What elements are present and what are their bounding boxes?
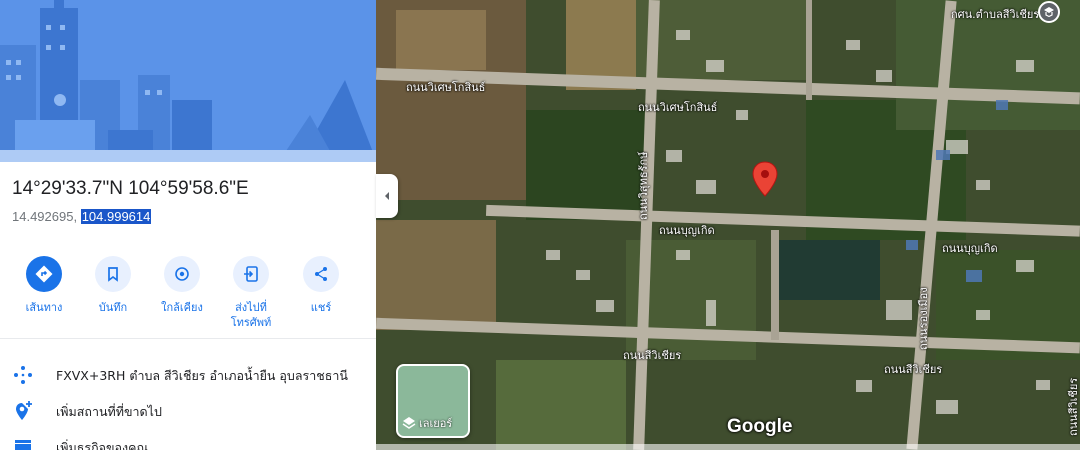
- nearby-icon: [164, 256, 200, 292]
- directions-icon: [26, 256, 62, 292]
- send-to-phone-label-line1: ส่งไปที่: [235, 301, 267, 314]
- save-button[interactable]: บันทึก: [78, 256, 148, 315]
- share-button[interactable]: แชร์: [286, 256, 356, 315]
- directions-label: เส้นทาง: [25, 301, 63, 314]
- plus-code-icon: [14, 366, 32, 384]
- share-label: แชร์: [310, 301, 332, 314]
- save-label: บันทึก: [98, 301, 128, 314]
- coordinates-decimal: 14.492695, 104.999614: [12, 209, 152, 224]
- longitude-decimal-selected[interactable]: 104.999614: [80, 209, 152, 224]
- chevron-left-icon: [385, 192, 389, 200]
- road-label: ถนนสีวิเชียร: [623, 349, 682, 362]
- share-icon: [303, 256, 339, 292]
- add-missing-place-text: เพิ่มสถานที่ที่ขาดไป: [56, 404, 162, 419]
- map-place-label[interactable]: กศน.ตำบลสีวิเชียร: [951, 5, 1039, 23]
- google-logo: Google: [727, 416, 793, 437]
- road-label: ถนนวิเศษโกสินธ์: [406, 81, 486, 94]
- send-to-phone-button[interactable]: ส่งไปที่โทรศัพท์: [216, 256, 286, 330]
- hero-illustration: [0, 0, 376, 162]
- bookmark-icon: [95, 256, 131, 292]
- nearby-button[interactable]: ใกล้เคียง: [147, 256, 217, 315]
- layers-icon: [402, 417, 416, 429]
- action-bar: เส้นทาง บันทึก ใกล้เคียง ส่งไปที่โทรศัพท…: [0, 256, 376, 332]
- road-label: ถนนบุญเกิด: [659, 224, 715, 237]
- road-label: ถนนรองเมือง: [917, 287, 930, 350]
- layers-label: เลเยอร์: [419, 417, 453, 430]
- latitude-decimal: 14.492695,: [12, 209, 81, 224]
- collapse-panel-button[interactable]: [376, 174, 398, 218]
- add-place-icon: [16, 401, 32, 420]
- place-panel: 14°29'33.7"N 104°59'58.6"E 14.492695, 10…: [0, 0, 376, 450]
- plus-code-row[interactable]: FXVX+3RH ตำบล สีวิเชียร อำเภอน้ำยืน อุบล…: [0, 356, 376, 392]
- send-to-phone-label: ส่งไปที่โทรศัพท์: [216, 300, 286, 330]
- road-label: ถนนวิสุทธรักษ์: [637, 151, 650, 220]
- add-missing-place-row[interactable]: เพิ่มสถานที่ที่ขาดไป: [0, 392, 376, 428]
- plus-code-text: FXVX+3RH ตำบล สีวิเชียร อำเภอน้ำยืน อุบล…: [56, 368, 348, 383]
- road-label: ถนนสีวิเชียร: [1067, 377, 1080, 436]
- business-icon: [15, 440, 31, 450]
- send-to-phone-label-line2: โทรศัพท์: [230, 316, 272, 329]
- divider: [0, 338, 376, 339]
- layers-button[interactable]: เลเยอร์: [396, 364, 470, 438]
- road-label: ถนนวิเศษโกสินธ์: [638, 101, 718, 114]
- add-business-row[interactable]: เพิ่มธุรกิจของคุณ: [0, 428, 376, 450]
- directions-button[interactable]: เส้นทาง: [9, 256, 79, 315]
- coordinates-title: 14°29'33.7"N 104°59'58.6"E: [12, 178, 249, 199]
- satellite-map[interactable]: ถนนวิเศษโกสินธ์ ถนนวิเศษโกสินธ์ ถนนวิสุท…: [376, 0, 1080, 450]
- add-business-text: เพิ่มธุรกิจของคุณ: [56, 440, 149, 450]
- location-pin-icon[interactable]: [752, 161, 778, 201]
- send-to-phone-icon: [233, 256, 269, 292]
- map-attribution-bar: [376, 444, 1080, 450]
- nearby-label: ใกล้เคียง: [161, 301, 203, 314]
- school-icon[interactable]: [1038, 1, 1060, 23]
- layers-label-group: เลเยอร์: [402, 414, 452, 432]
- road-label: ถนนบุญเกิด: [942, 242, 998, 255]
- road-label: ถนนสีวิเชียร: [884, 363, 943, 376]
